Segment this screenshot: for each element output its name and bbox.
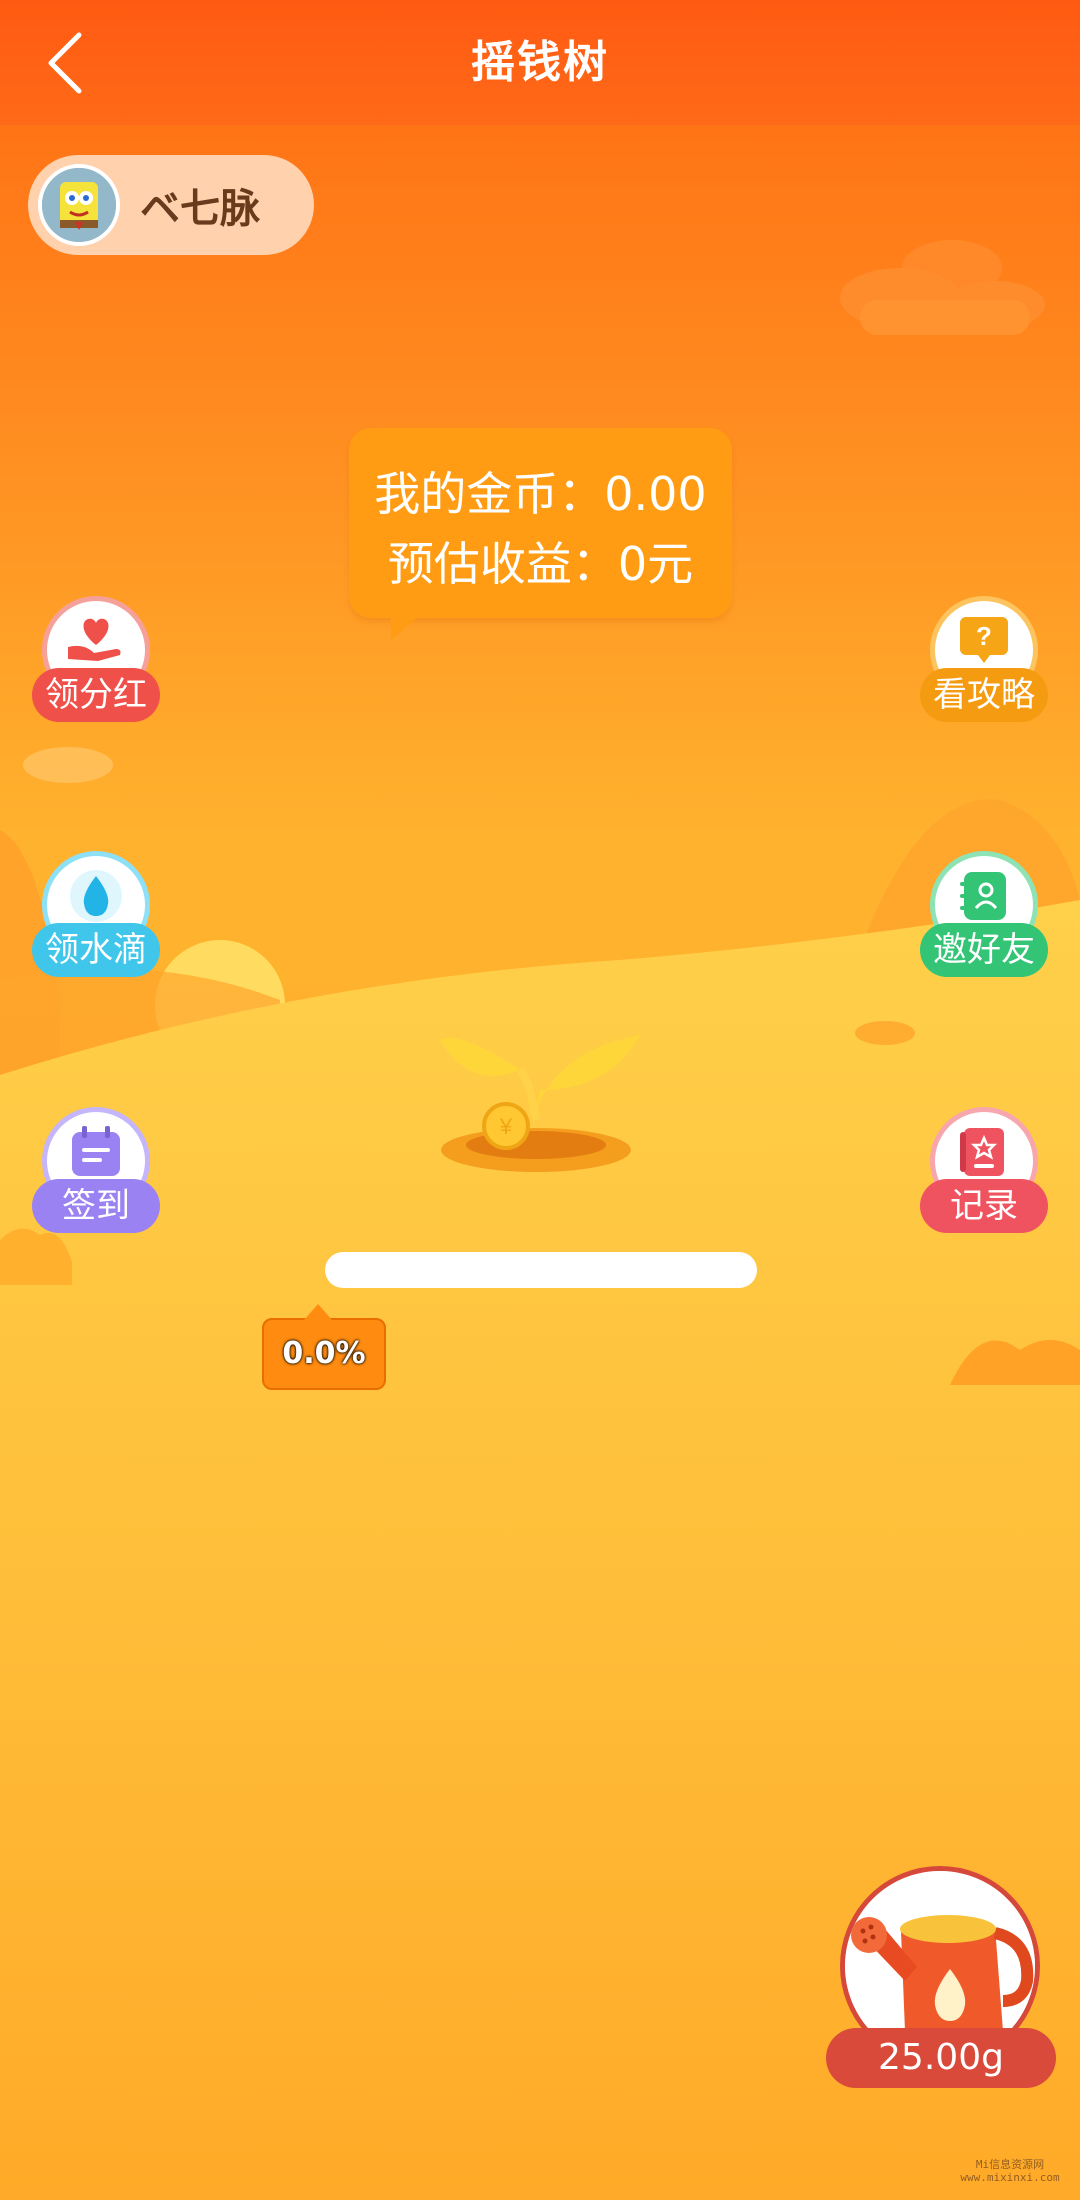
guide-label: 看攻略 (920, 668, 1048, 722)
avatar (38, 164, 120, 246)
invite-label: 邀好友 (920, 923, 1048, 977)
water-label: 领水滴 (32, 923, 160, 977)
my-coins-text: 我的金币：0.00 (374, 467, 707, 521)
coin-info-bubble: 我的金币：0.00 预估收益：0元 (349, 428, 732, 640)
water-drop-icon (70, 870, 122, 922)
svg-text:?: ? (976, 621, 992, 651)
records-button[interactable]: 记录 (920, 1107, 1048, 1243)
user-name: ベ七脉 (140, 186, 260, 232)
claim-water-button[interactable]: 领水滴 (32, 851, 160, 987)
contacts-icon (960, 872, 1006, 920)
user-profile-chip[interactable]: ベ七脉 (28, 155, 314, 255)
claim-dividend-button[interactable]: 领分红 (32, 596, 160, 732)
watermark-line-2: www.mixinxi.com (960, 2171, 1060, 2184)
watermark-line-1: Mi信息资源网 (975, 2158, 1045, 2171)
heart-hand-icon (68, 618, 121, 661)
growth-progress-label: 0.0% (262, 1304, 386, 1390)
dividend-label: 领分红 (32, 668, 160, 722)
view-guide-button[interactable]: ? 看攻略 (920, 596, 1048, 732)
calendar-icon (72, 1126, 120, 1176)
page-title: 摇钱树 (471, 37, 609, 88)
records-label: 记录 (920, 1179, 1048, 1233)
bubble-tail (391, 616, 419, 640)
check-in-label: 签到 (32, 1179, 160, 1233)
estimated-income-text: 预估收益：0元 (387, 537, 694, 591)
check-in-button[interactable]: 签到 (32, 1107, 160, 1243)
svg-text:¥: ¥ (499, 1114, 513, 1139)
watermark: Mi信息资源网 www.mixinxi.com (950, 2158, 1070, 2184)
question-icon: ? (960, 617, 1008, 663)
growth-progress-bar (325, 1252, 757, 1288)
money-tree-screen: ¥ 摇钱树 ベ七脉 我的金币：0.00 预估收益：0元 领分红 领水滴 签到 ?… (0, 0, 1080, 2200)
watering-can-button[interactable]: 25.00g (826, 1866, 1056, 2088)
water-amount: 25.00g (826, 2028, 1056, 2088)
invite-friends-button[interactable]: 邀好友 (920, 851, 1048, 987)
record-icon (960, 1128, 1004, 1176)
cloud-decoration (840, 240, 1045, 335)
